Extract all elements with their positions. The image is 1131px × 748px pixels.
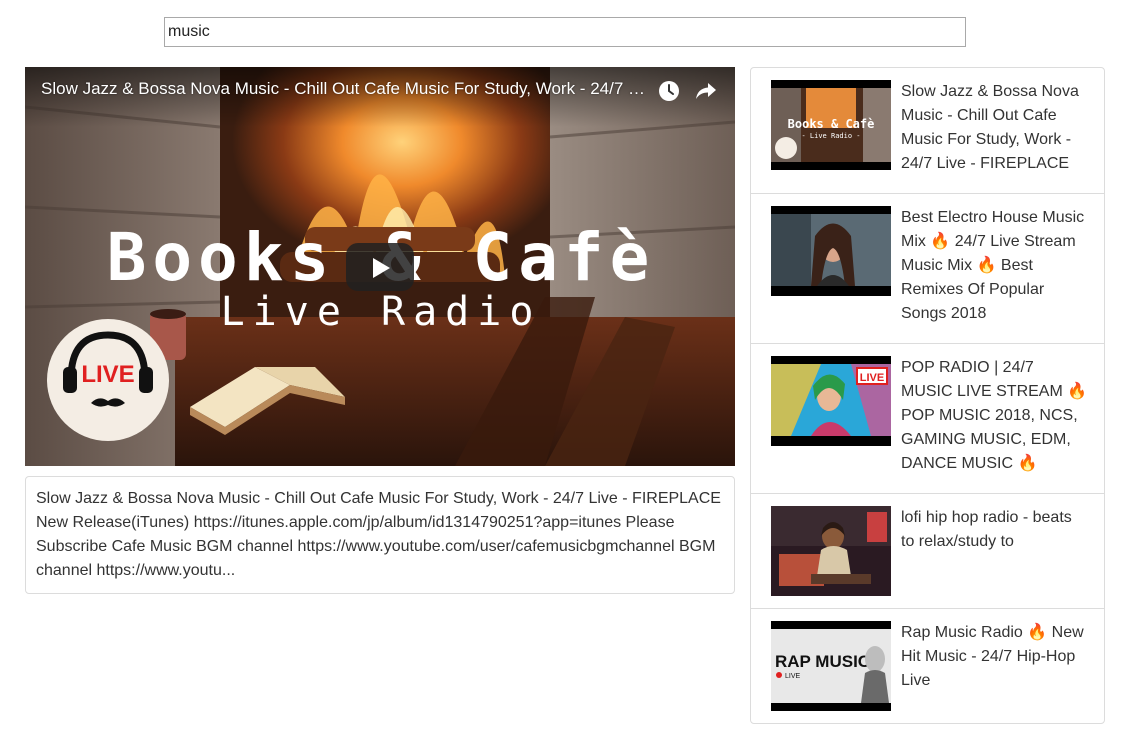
video-thumbnail: RAP MUSIC LIVE [771, 621, 891, 711]
video-thumbnail [771, 206, 891, 296]
list-item[interactable]: Best Electro House Music Mix 🔥 24/7 Live… [751, 194, 1104, 344]
thumb-text: Books & Cafè [788, 117, 875, 131]
list-item[interactable]: lofi hip hop radio - beats to relax/stud… [751, 494, 1104, 609]
player-title[interactable]: Slow Jazz & Bossa Nova Music - Chill Out… [41, 79, 653, 99]
video-title[interactable]: POP RADIO | 24/7 MUSIC LIVE STREAM 🔥 POP… [901, 356, 1089, 476]
list-item[interactable]: RAP MUSIC LIVE Rap Music Radio 🔥 New Hit… [751, 609, 1104, 723]
share-icon[interactable] [694, 80, 718, 102]
video-title[interactable]: lofi hip hop radio - beats to relax/stud… [901, 506, 1089, 554]
video-list: Books & Cafè - Live Radio - Slow Jazz & … [750, 67, 1105, 724]
play-icon[interactable] [346, 243, 414, 291]
live-badge-text: LIVE [81, 361, 134, 388]
search-bar [164, 17, 966, 47]
thumbnail-subline: Live Radio [221, 289, 542, 335]
video-thumbnail: LIVE [771, 356, 891, 446]
video-title[interactable]: Best Electro House Music Mix 🔥 24/7 Live… [901, 206, 1089, 326]
list-item[interactable]: Books & Cafè - Live Radio - Slow Jazz & … [751, 68, 1104, 194]
video-thumbnail: Books & Cafè - Live Radio - [771, 80, 891, 170]
thumb-text: RAP MUSIC [775, 652, 870, 671]
thumb-subtext: - Live Radio - [801, 132, 860, 140]
watch-later-icon[interactable] [658, 80, 680, 102]
list-item[interactable]: LIVE POP RADIO | 24/7 MUSIC LIVE STREAM … [751, 344, 1104, 494]
video-thumbnail [771, 506, 891, 596]
video-title[interactable]: Rap Music Radio 🔥 New Hit Music - 24/7 H… [901, 621, 1089, 693]
description-text: Slow Jazz & Bossa Nova Music - Chill Out… [36, 490, 721, 579]
video-description: Slow Jazz & Bossa Nova Music - Chill Out… [25, 476, 735, 594]
search-input[interactable] [164, 17, 966, 47]
thumb-text: LIVE [860, 372, 884, 384]
video-title[interactable]: Slow Jazz & Bossa Nova Music - Chill Out… [901, 80, 1089, 176]
video-player[interactable]: Books & Cafè Live Radio LIVE Slow Jazz &… [25, 67, 735, 466]
thumb-subtext: LIVE [785, 673, 801, 680]
